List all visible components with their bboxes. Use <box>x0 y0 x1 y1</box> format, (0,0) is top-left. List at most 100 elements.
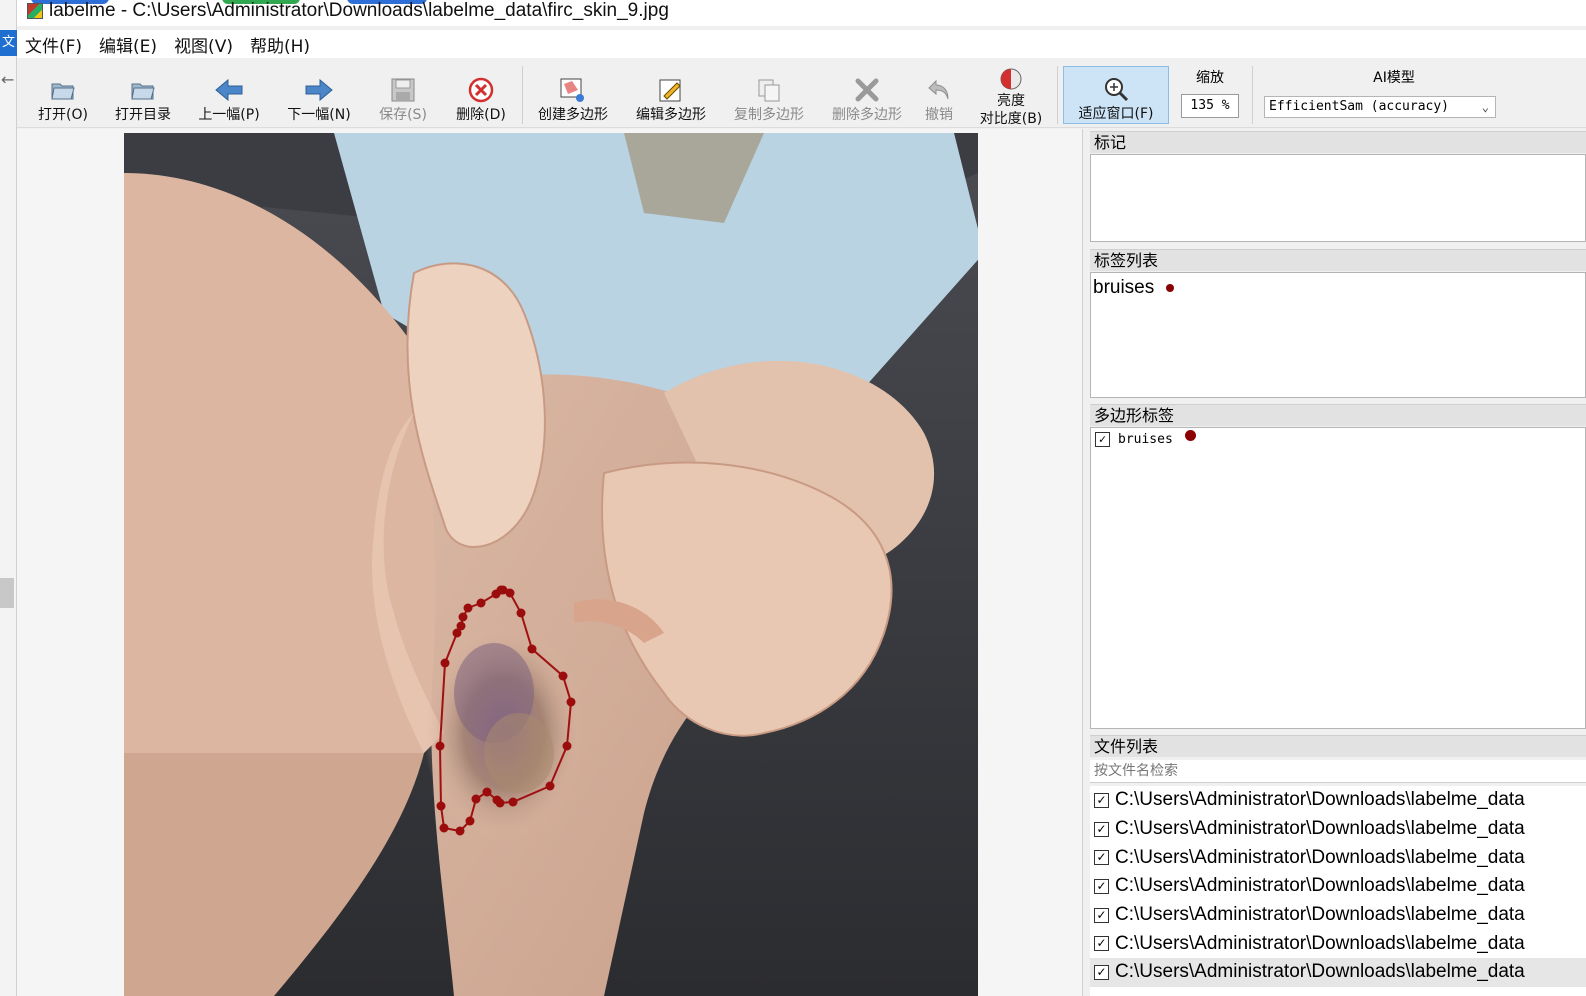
polygon-visible-checkbox[interactable]: ✓ <box>1095 431 1110 447</box>
save-label: 保存(S) <box>379 107 427 123</box>
title-bar: labelme - C:\Users\Administrator\Downloa… <box>17 0 1586 26</box>
cross-icon <box>854 74 880 106</box>
edit-polygon-label: 编辑多边形 <box>636 107 706 123</box>
desktop-edge: 文 ← <box>0 0 17 996</box>
next-label: 下一幅(N) <box>287 107 351 123</box>
image-view[interactable] <box>124 133 978 996</box>
edit-pencil-icon <box>657 74 685 106</box>
file-list-item[interactable]: ✓ C:\Users\Administrator\Downloads\labelm… <box>1090 843 1586 872</box>
undo-icon <box>926 74 952 106</box>
zoom-fit-icon <box>1102 73 1130 105</box>
ai-model-select[interactable]: EfficientSam (accuracy) ⌄ <box>1264 96 1496 118</box>
label-list-panel-title: 标签列表 <box>1090 249 1586 271</box>
create-polygon-button[interactable]: 创建多边形 <box>533 64 613 124</box>
desktop-tab[interactable]: 文 <box>0 30 17 56</box>
menu-help[interactable]: 帮助(H) <box>250 32 310 57</box>
create-polygon-icon <box>558 74 588 106</box>
polygon-label-item[interactable]: ✓ bruises <box>1091 428 1585 450</box>
brightness-label: 亮度 <box>997 93 1025 109</box>
toolbar-separator <box>1057 66 1058 124</box>
back-arrow-icon[interactable]: ← <box>1 70 14 89</box>
file-list: ✓ C:\Users\Administrator\Downloads\labelm… <box>1090 786 1586 996</box>
arrow-left-icon <box>214 74 244 106</box>
delete-circle-icon <box>468 74 494 106</box>
prev-image-button[interactable]: 上一幅(P) <box>193 64 265 124</box>
delete-button[interactable]: 删除(D) <box>451 64 511 124</box>
toolbar-separator <box>522 66 523 124</box>
open-label: 打开(O) <box>38 107 88 123</box>
file-path: C:\Users\Administrator\Downloads\labelme… <box>1115 818 1525 840</box>
arrow-right-icon <box>304 74 334 106</box>
zoom-label: 缩放 <box>1196 70 1224 86</box>
create-polygon-label: 创建多边形 <box>538 107 608 123</box>
file-checkbox[interactable]: ✓ <box>1094 964 1109 980</box>
file-checkbox[interactable]: ✓ <box>1094 936 1109 952</box>
file-checkbox[interactable]: ✓ <box>1094 792 1109 808</box>
file-list-item-selected[interactable]: ✓ C:\Users\Administrator\Downloads\labelm… <box>1090 958 1586 987</box>
fit-window-label: 适应窗口(F) <box>1078 106 1154 122</box>
undo-button[interactable]: 撤销 <box>919 64 959 124</box>
labelme-window: 文 ← labelme - C:\Users\Administrator\Dow… <box>0 0 1586 996</box>
delete-polygon-button[interactable]: 删除多边形 <box>825 64 909 124</box>
ai-model-label: AI模型 <box>1373 70 1415 86</box>
file-list-panel-title: 文件列表 <box>1090 735 1586 757</box>
polygon-color-dot <box>1184 429 1196 441</box>
contrast-label: 对比度(B) <box>979 111 1043 127</box>
open-dir-label: 打开目录 <box>115 107 171 123</box>
brightness-contrast-button[interactable]: 亮度 对比度(B) <box>973 64 1049 128</box>
file-list-item[interactable]: ✓ C:\Users\Administrator\Downloads\labelm… <box>1090 872 1586 901</box>
ai-model-control: AI模型 EfficientSam (accuracy) ⌄ <box>1264 66 1504 118</box>
file-checkbox[interactable]: ✓ <box>1094 821 1109 837</box>
brightness-icon <box>998 66 1024 92</box>
menu-view[interactable]: 视图(V) <box>174 32 233 57</box>
label-name: bruises <box>1093 277 1155 298</box>
save-button[interactable]: 保存(S) <box>373 64 433 124</box>
open-button[interactable]: 打开(O) <box>35 64 91 124</box>
zoom-input[interactable]: 135 % <box>1181 94 1239 118</box>
polygon-label-name: bruises <box>1118 431 1173 447</box>
toolbar-separator <box>1252 66 1253 124</box>
window-title: labelme - C:\Users\Administrator\Downloa… <box>49 0 669 21</box>
polygon-labels-panel-title: 多边形标签 <box>1090 404 1586 426</box>
chevron-down-icon: ⌄ <box>1481 100 1489 114</box>
skin-photo <box>124 133 978 996</box>
file-search-input[interactable]: 按文件名检索 <box>1090 760 1586 783</box>
copy-icon <box>755 74 783 106</box>
file-path: C:\Users\Administrator\Downloads\labelme… <box>1115 846 1525 868</box>
next-image-button[interactable]: 下一幅(N) <box>283 64 355 124</box>
file-checkbox[interactable]: ✓ <box>1094 878 1109 894</box>
delete-polygon-label: 删除多边形 <box>832 107 902 123</box>
annotation-canvas[interactable] <box>17 129 1083 996</box>
file-path: C:\Users\Administrator\Downloads\labelme… <box>1115 789 1525 811</box>
file-path: C:\Users\Administrator\Downloads\labelme… <box>1115 875 1525 897</box>
edit-polygon-button[interactable]: 编辑多边形 <box>629 64 713 124</box>
menu-file[interactable]: 文件(F) <box>25 32 82 57</box>
file-list-item[interactable]: ✓ C:\Users\Administrator\Downloads\labelm… <box>1090 901 1586 930</box>
file-path: C:\Users\Administrator\Downloads\labelme… <box>1115 961 1525 983</box>
folder-open-icon <box>49 74 77 106</box>
file-list-item[interactable]: ✓ C:\Users\Administrator\Downloads\labelm… <box>1090 929 1586 958</box>
app-icon <box>27 3 43 19</box>
flags-panel[interactable] <box>1090 154 1586 242</box>
toolbar: 打开(O) 打开目录 上一幅(P) 下一幅(N) 保存(S) 删除(D) 创建多… <box>17 60 1586 128</box>
flags-panel-title: 标记 <box>1090 131 1586 153</box>
label-list-panel[interactable]: bruises <box>1090 272 1586 398</box>
folder-icon <box>129 74 157 106</box>
open-dir-button[interactable]: 打开目录 <box>111 64 175 124</box>
menu-edit[interactable]: 编辑(E) <box>99 32 157 57</box>
file-checkbox[interactable]: ✓ <box>1094 850 1109 866</box>
scroll-thumb[interactable] <box>0 578 14 608</box>
zoom-control: 缩放 135 % <box>1178 66 1242 118</box>
file-list-item[interactable]: ✓ C:\Users\Administrator\Downloads\labelm… <box>1090 786 1586 815</box>
label-list-item[interactable]: bruises <box>1091 273 1585 299</box>
prev-label: 上一幅(P) <box>198 107 260 123</box>
ai-model-value: EfficientSam (accuracy) <box>1269 99 1450 114</box>
file-checkbox[interactable]: ✓ <box>1094 907 1109 923</box>
file-list-item[interactable]: ✓ C:\Users\Administrator\Downloads\labelm… <box>1090 815 1586 844</box>
copy-polygon-button[interactable]: 复制多边形 <box>727 64 811 124</box>
polygon-labels-panel[interactable]: ✓ bruises <box>1090 427 1586 729</box>
menu-bar: 文件(F) 编辑(E) 视图(V) 帮助(H) <box>17 30 1586 58</box>
save-icon <box>390 74 416 106</box>
fit-window-button[interactable]: 适应窗口(F) <box>1063 66 1169 124</box>
undo-label: 撤销 <box>925 107 953 123</box>
